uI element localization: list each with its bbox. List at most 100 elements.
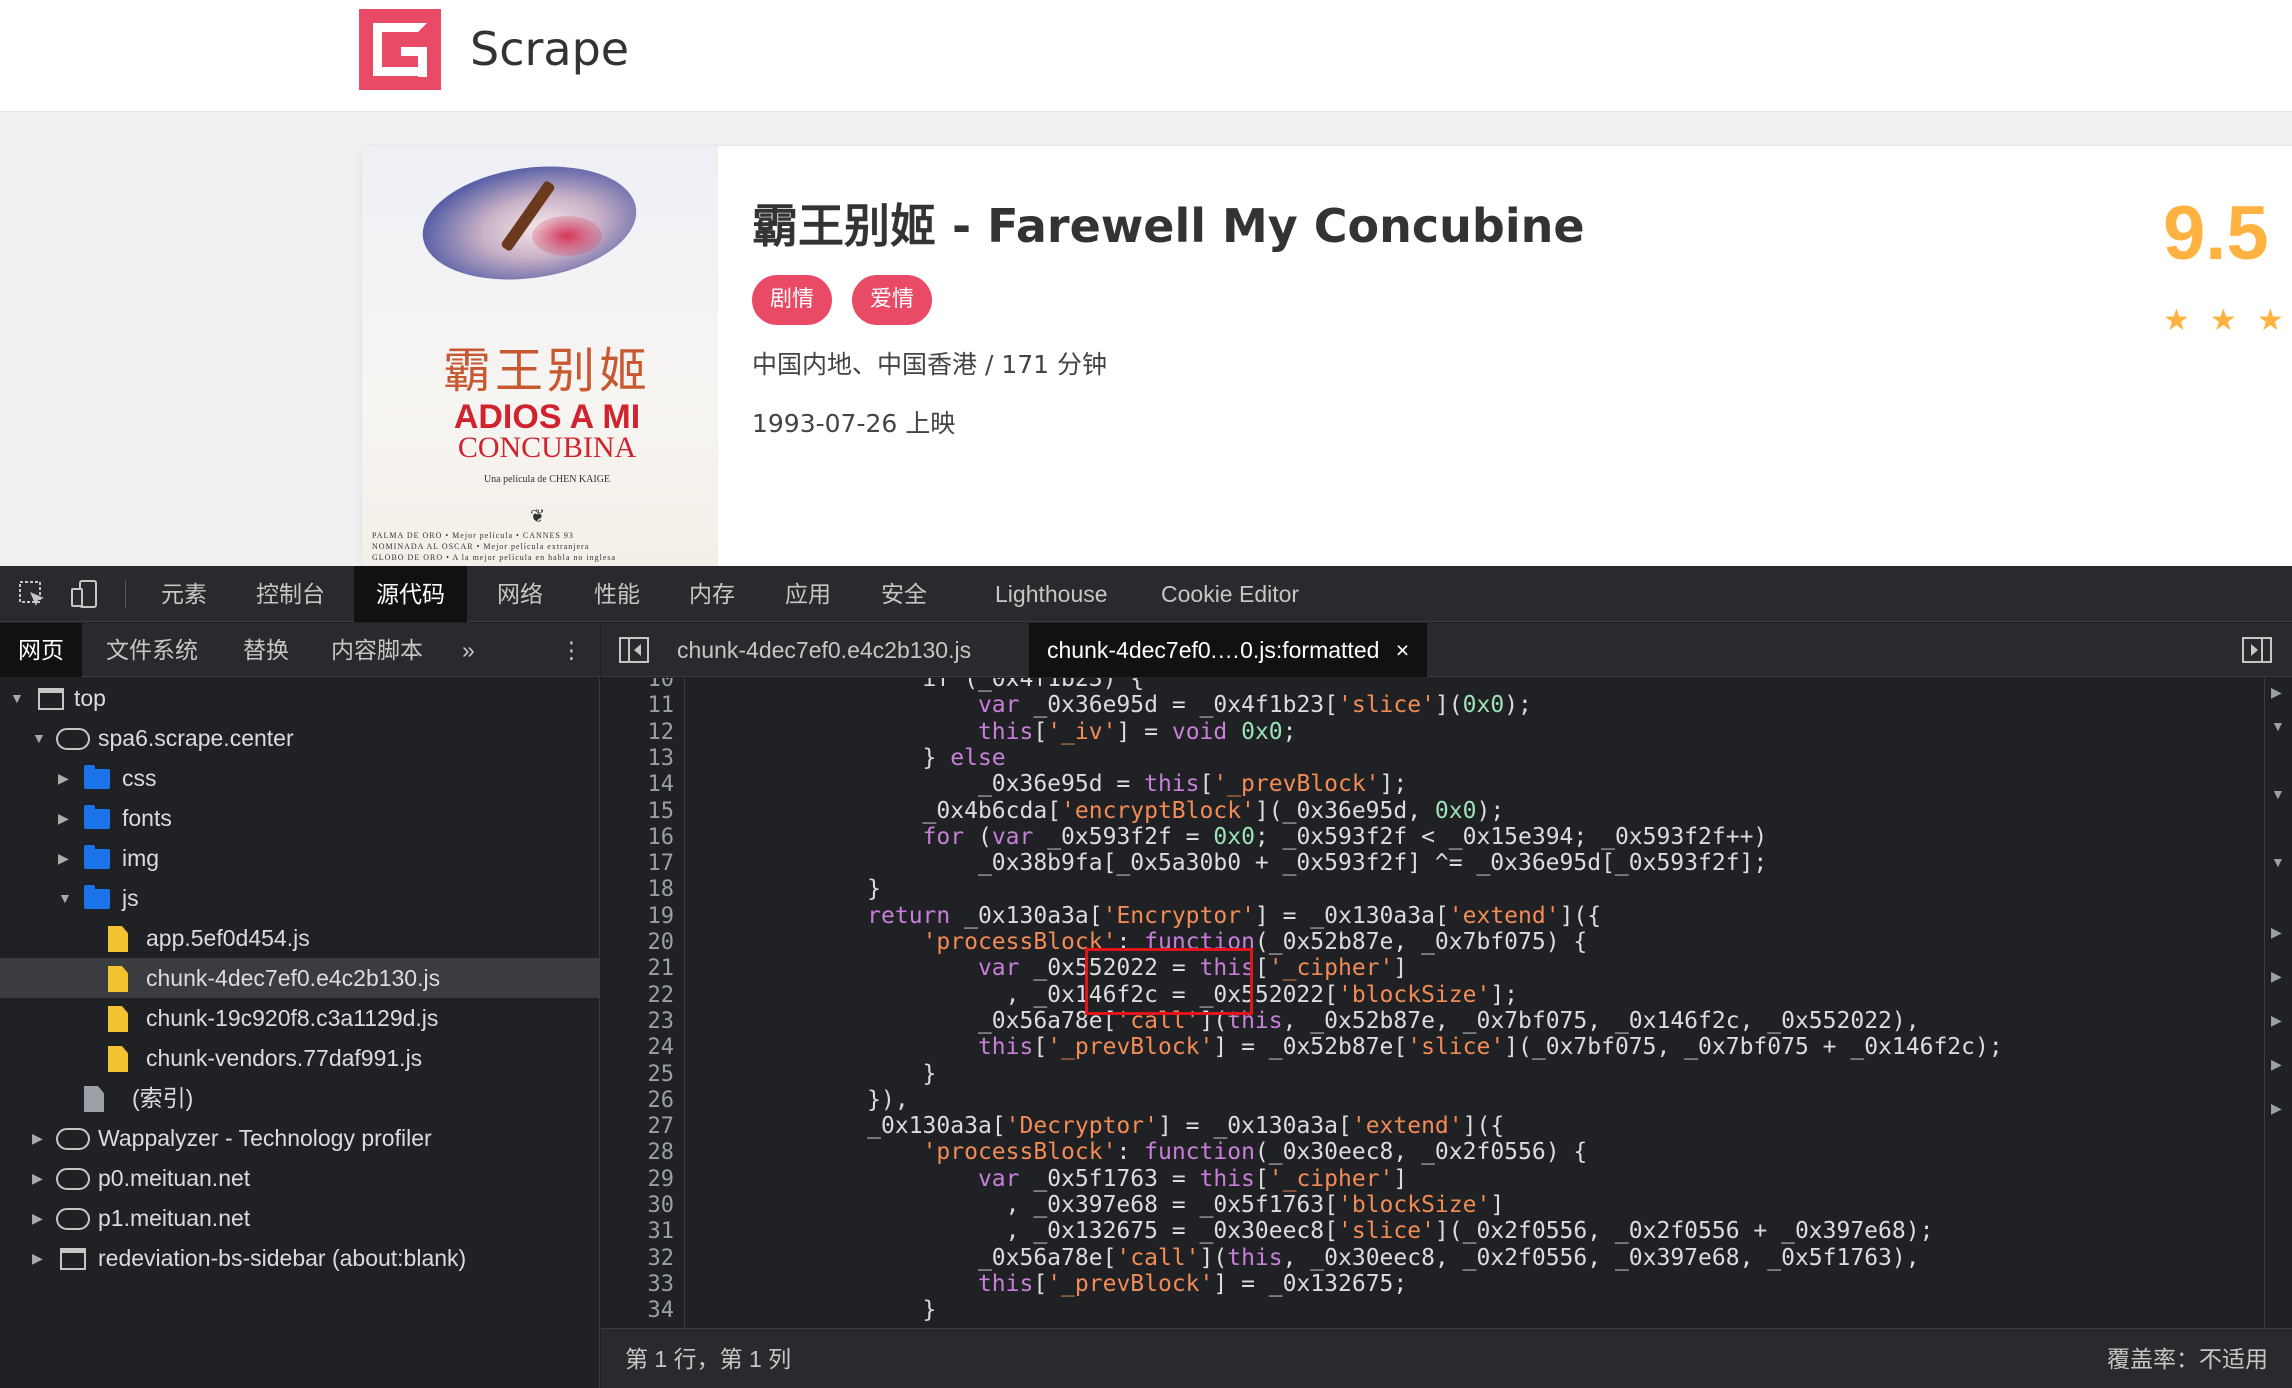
code-line[interactable]: } [701, 1297, 937, 1323]
line-number[interactable]: 33 [614, 1272, 675, 1297]
tree-item-folder[interactable]: ▶ css [0, 758, 600, 798]
line-number-gutter[interactable]: 10 11 12 13 14 15 16 17 18 19 20 21 22 23 24 25 26 27 28 29… [601, 678, 685, 1328]
tree-item-top[interactable]: ▼ top [0, 678, 600, 718]
tree-item-extension[interactable]: ▶ Wappalyzer - Technology profiler [0, 1118, 600, 1158]
tab-sources[interactable]: 源代码 [354, 566, 467, 622]
code-line[interactable]: var _0x5f1763 = this['_cipher'] [701, 1166, 1407, 1192]
expanded-icon: ▼ [10, 690, 24, 706]
code-line[interactable]: }), [701, 1087, 909, 1113]
line-number[interactable]: 28 [614, 1140, 675, 1165]
code-line[interactable]: } else [701, 745, 1006, 771]
movie-tag[interactable]: 剧情 [752, 275, 833, 325]
code-line[interactable]: if (_0x4f1b23) { [701, 678, 1145, 692]
code-line[interactable]: var _0x552022 = this['_cipher'] [701, 955, 1407, 981]
collapsed-icon: ▶ [32, 1170, 43, 1186]
line-number[interactable]: 24 [614, 1035, 675, 1060]
tree-item-folder[interactable]: ▼ js [0, 878, 600, 918]
line-number[interactable]: 22 [614, 983, 675, 1008]
code-line[interactable]: _0x130a3a['Decryptor'] = _0x130a3a['exte… [701, 1113, 1504, 1139]
scrape-logo-icon[interactable] [359, 9, 441, 90]
file-tab-raw[interactable]: chunk-4dec7ef0.e4c2b130.js [677, 623, 971, 677]
tab-elements[interactable]: 元素 [161, 566, 207, 622]
tree-item-folder[interactable]: ▶ img [0, 838, 600, 878]
line-number[interactable]: 20 [614, 930, 675, 955]
code-line[interactable]: } [701, 1061, 937, 1087]
tree-item-domain[interactable]: ▼ spa6.scrape.center [0, 718, 600, 758]
tree-item-index[interactable]: (索引) [0, 1078, 600, 1118]
code-line[interactable]: _0x56a78e['call'](this, _0x30eec8, _0x2f… [701, 1245, 1920, 1271]
line-number[interactable]: 15 [614, 799, 675, 824]
line-number[interactable]: 29 [614, 1167, 675, 1192]
line-number[interactable]: 12 [614, 720, 675, 745]
tab-security[interactable]: 安全 [881, 566, 927, 622]
editor-scroll-strip[interactable]: ▶ ▼ ▼ ▼ ▶ ▶ ▶ ▶ ▶ [2264, 678, 2292, 1328]
code-line[interactable]: this['_iv'] = void 0x0; [701, 719, 1297, 745]
code-line[interactable]: var _0x36e95d = _0x4f1b23['slice'](0x0); [701, 692, 1532, 718]
line-number[interactable]: 10 [614, 678, 675, 692]
nav-tab-overrides[interactable]: 替换 [243, 623, 289, 677]
sidebar-toggle-icon[interactable] [619, 637, 649, 663]
tree-item-file[interactable]: app.5ef0d454.js [0, 918, 600, 958]
movie-tag[interactable]: 爱情 [852, 275, 933, 325]
code-line[interactable]: _0x38b9fa[_0x5a30b0 + _0x593f2f] ^= _0x3… [701, 850, 1767, 876]
site-brand-name[interactable]: Scrape [470, 22, 629, 76]
line-number[interactable]: 27 [614, 1114, 675, 1139]
tree-item-domain[interactable]: ▶ p1.meituan.net [0, 1198, 600, 1238]
line-number[interactable]: 18 [614, 877, 675, 902]
close-tab-icon[interactable]: × [1396, 637, 1409, 663]
code-line[interactable]: , _0x132675 = _0x30eec8['slice'](_0x2f05… [701, 1218, 1934, 1244]
tree-item-folder[interactable]: ▶ fonts [0, 798, 600, 838]
tab-network[interactable]: 网络 [497, 566, 543, 622]
file-tab-formatted[interactable]: chunk-4dec7ef0.…0.js:formatted × [1029, 623, 1428, 677]
line-number[interactable]: 34 [614, 1298, 675, 1323]
kebab-menu-icon[interactable]: ⋮ [560, 623, 583, 677]
tree-item-frame[interactable]: ▶ redeviation-bs-sidebar (about:blank) [0, 1238, 600, 1278]
js-file-icon [108, 1046, 128, 1072]
tab-lighthouse[interactable]: Lighthouse [995, 566, 1108, 622]
movie-title[interactable]: 霸王别姬 - Farewell My Concubine [752, 190, 1585, 256]
tree-item-file[interactable]: chunk-19c920f8.c3a1129d.js [0, 998, 600, 1038]
code-line[interactable]: for (var _0x593f2f = 0x0; _0x593f2f < _0… [701, 824, 1768, 850]
line-number[interactable]: 31 [614, 1219, 675, 1244]
tab-console[interactable]: 控制台 [256, 566, 325, 622]
tab-application[interactable]: 应用 [785, 566, 831, 622]
folder-icon [84, 885, 110, 909]
code-line[interactable]: this['_prevBlock'] = _0x132675; [701, 1271, 1407, 1297]
line-number[interactable]: 23 [614, 1009, 675, 1034]
debugger-toggle-icon[interactable] [2242, 637, 2272, 663]
line-number[interactable]: 17 [614, 851, 675, 876]
line-number[interactable]: 30 [614, 1193, 675, 1218]
code-line[interactable]: _0x36e95d = this['_prevBlock']; [701, 771, 1407, 797]
tree-item-file[interactable]: chunk-vendors.77daf991.js [0, 1038, 600, 1078]
code-line[interactable]: return _0x130a3a['Encryptor'] = _0x130a3… [701, 903, 1601, 929]
nav-tab-content-scripts[interactable]: 内容脚本 [331, 623, 423, 677]
line-number[interactable]: 25 [614, 1062, 675, 1087]
nav-tab-page[interactable]: 网页 [0, 623, 82, 677]
line-number[interactable]: 11 [614, 693, 675, 718]
line-number[interactable]: 14 [614, 772, 675, 797]
line-number[interactable]: 16 [614, 825, 675, 850]
code-line[interactable]: _0x56a78e['call'](this, _0x52b87e, _0x7b… [701, 1008, 1920, 1034]
more-tabs-icon[interactable]: » [462, 623, 475, 677]
movie-poster[interactable]: 霸王别姬 ADIOS A MI CONCUBINA Una película d… [362, 146, 718, 566]
tab-performance[interactable]: 性能 [594, 566, 640, 622]
nav-tab-filesystem[interactable]: 文件系统 [106, 623, 198, 677]
device-toggle-icon[interactable] [70, 580, 100, 608]
code-editor[interactable]: 10 11 12 13 14 15 16 17 18 19 20 21 22 23 24 25 26 27 28 29… [601, 678, 2264, 1328]
cloud-domain-icon [56, 1208, 90, 1230]
tree-item-domain[interactable]: ▶ p0.meituan.net [0, 1158, 600, 1198]
code-line[interactable]: this['_prevBlock'] = _0x52b87e['slice'](… [701, 1034, 2003, 1060]
code-line[interactable]: _0x4b6cda['encryptBlock'](_0x36e95d, 0x0… [701, 798, 1505, 824]
line-number[interactable]: 32 [614, 1246, 675, 1271]
line-number[interactable]: 19 [614, 904, 675, 929]
inspect-element-icon[interactable] [18, 580, 48, 608]
code-line[interactable]: } [701, 876, 881, 902]
code-line[interactable]: , _0x397e68 = _0x5f1763['blockSize'] [701, 1192, 1505, 1218]
tab-memory[interactable]: 内存 [689, 566, 735, 622]
tab-cookie-editor[interactable]: Cookie Editor [1161, 566, 1299, 622]
tree-item-file-selected[interactable]: chunk-4dec7ef0.e4c2b130.js [0, 958, 600, 998]
line-number[interactable]: 21 [614, 956, 675, 981]
line-number[interactable]: 13 [614, 746, 675, 771]
code-line[interactable]: 'processBlock': function(_0x30eec8, _0x2… [701, 1139, 1588, 1165]
line-number[interactable]: 26 [614, 1088, 675, 1113]
